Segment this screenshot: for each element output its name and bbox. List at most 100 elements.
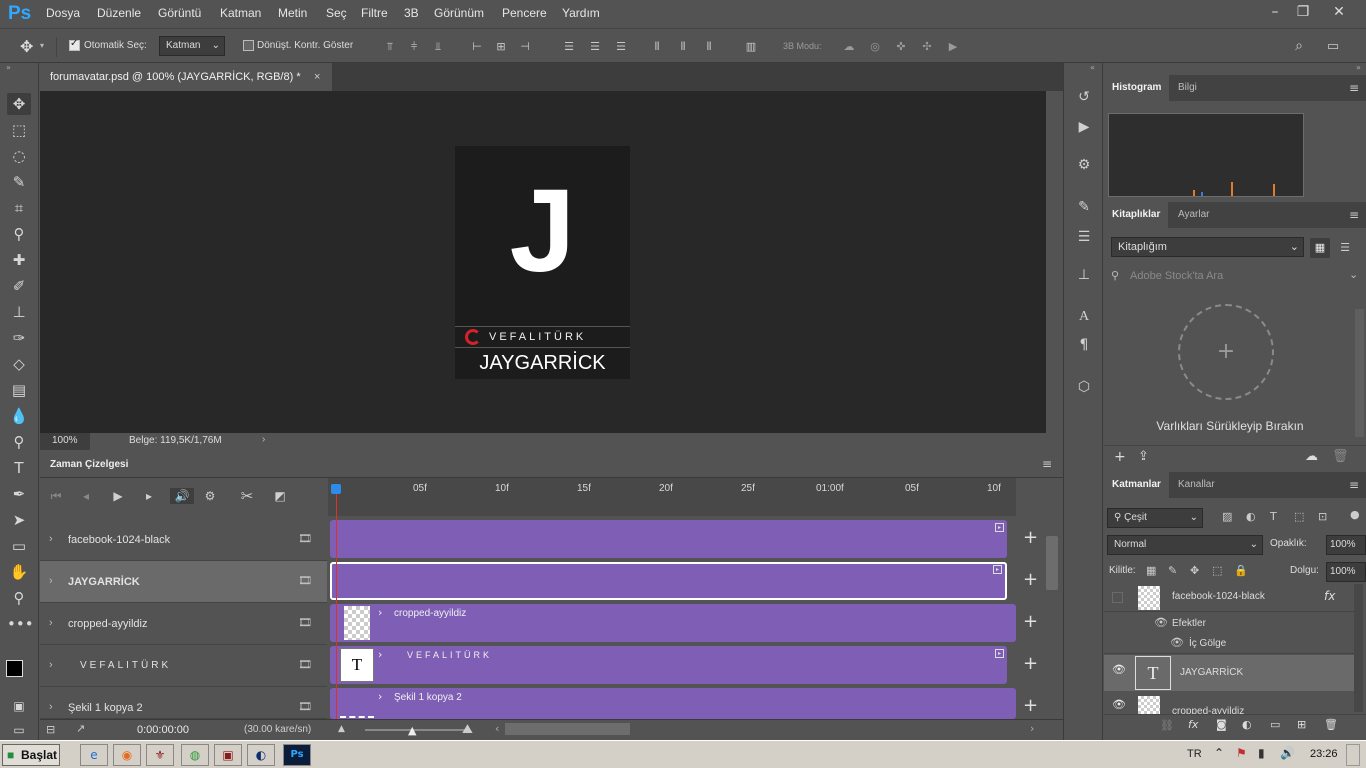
language-indicator[interactable]: TR [1187,748,1202,760]
actions-play-icon[interactable]: ▶ [1074,117,1094,137]
transform-controls-checkbox[interactable] [243,40,254,51]
workspace-icon[interactable]: ▭ [1326,40,1340,53]
rectangle-tool-icon[interactable]: ▭ [7,535,31,557]
menu-help[interactable]: Yardım [562,6,600,20]
3d-video-icon[interactable]: ▶ [946,40,960,53]
chevron-right-icon[interactable]: › [49,575,53,587]
distribute-top-icon[interactable]: ☰ [562,40,576,53]
3d-roll-icon[interactable]: ◎ [868,40,882,53]
clip-arrow-icon[interactable]: ▸ [993,565,1002,574]
scroll-right-icon[interactable]: › [1030,722,1034,735]
zoom-tool-icon[interactable]: ⚲ [7,587,31,609]
timeline-scrollbar[interactable] [1046,536,1058,590]
menu-image[interactable]: Görüntü [158,6,201,20]
adjustments-icon[interactable]: ☰ [1074,227,1094,247]
panel-menu-icon[interactable]: ≡ [1349,478,1359,492]
distribute-vcenter-icon[interactable]: ☰ [588,40,602,53]
add-media-button[interactable]: + [1023,697,1038,715]
path-select-icon[interactable]: ➤ [7,509,31,531]
distribute-right-icon[interactable]: ⦀ [702,40,716,53]
close-button[interactable]: ✕ [1326,2,1352,22]
menu-select[interactable]: Seç [326,6,347,20]
play-icon[interactable]: ▶ [110,488,126,504]
distribute-left-icon[interactable]: ⦀ [650,40,664,53]
move-tool-icon[interactable]: ✥ [20,37,33,56]
3d-pan-icon[interactable]: ✜ [894,40,908,53]
volume-icon[interactable]: 🔊 [1280,746,1295,760]
photoshop-task-icon[interactable]: Ps [283,744,311,766]
delete-layer-icon[interactable]: 🗑 [1324,718,1338,731]
film-icon[interactable]: 🎞 [298,532,312,545]
foreground-color-swatch[interactable] [6,660,23,677]
video-clip-selected[interactable]: ▸ [330,562,1007,600]
filter-pixel-icon[interactable]: ▨ [1222,510,1232,523]
lock-pixels-icon[interactable]: ✎ [1168,564,1177,577]
zoom-slider-thumb[interactable]: ▲ [408,724,416,737]
3d-cube-icon[interactable]: ⬡ [1074,377,1094,397]
menu-filter[interactable]: Filtre [361,6,388,20]
chevron-right-icon[interactable]: › [49,701,53,713]
tray-alert-icon[interactable]: ⚑ [1236,746,1247,760]
clip-arrow-icon[interactable]: ▸ [995,649,1004,658]
restore-button[interactable]: ❐ [1290,2,1316,22]
move-tool-icon[interactable]: ✥ [7,93,31,115]
network-icon[interactable]: ▮ [1258,746,1265,760]
align-right-icon[interactable]: ⊣ [518,40,532,53]
film-icon[interactable]: 🎞 [298,700,312,713]
chevron-down-icon[interactable]: ⌄ [1349,268,1358,281]
video-clip[interactable]: › Şekil 1 kopya 2 [330,688,1016,719]
3d-slide-icon[interactable]: ✣ [920,40,934,53]
collapse-icon[interactable]: » [6,63,11,72]
tab-channels[interactable]: Kanallar [1170,472,1223,498]
timeline-layer-row[interactable]: › cropped-ayyildiz 🎞 [40,603,327,645]
zoom-in-icon[interactable]: ⛰ [462,722,473,737]
drop-zone-plus-icon[interactable]: + [1178,304,1274,400]
grid-view-icon[interactable]: ▦ [1310,238,1330,258]
add-media-button[interactable]: + [1023,655,1038,673]
audio-icon[interactable]: 🔊 [170,488,194,504]
new-group-icon[interactable]: ▭ [1270,718,1280,731]
trash-icon[interactable]: 🗑 [1332,449,1349,464]
blend-mode-select[interactable]: Normal ⌄ [1107,535,1263,555]
frame-animation-icon[interactable]: ⊟ [46,723,55,736]
eraser-tool-icon[interactable]: ◇ [7,353,31,375]
marquee-tool-icon[interactable]: ⬚ [7,119,31,141]
tray-expand-icon[interactable]: ⌃ [1214,746,1224,760]
brush-presets-icon[interactable]: ✎ [1074,197,1094,217]
layer-filter-select[interactable]: ⚲ Çeşit ⌄ [1107,508,1203,528]
filter-toggle-icon[interactable]: ● [1350,508,1360,521]
crop-tool-icon[interactable]: ⌗ [7,197,31,219]
stamp-tool-icon[interactable]: ⊥ [7,301,31,323]
layer-effects-group[interactable]: 👁 Efektler [1104,612,1356,636]
add-media-button[interactable]: + [1023,571,1038,589]
history-brush-icon[interactable]: ✑ [7,327,31,349]
tab-info[interactable]: Bilgi [1170,75,1205,101]
layer-mode-select[interactable]: Katman ⌄ [159,36,225,56]
filter-smart-icon[interactable]: ⊡ [1318,510,1327,523]
timeline-title[interactable]: Zaman Çizelgesi [50,459,128,470]
video-clip[interactable]: ▸ [330,520,1007,558]
visibility-toggle[interactable] [1112,592,1123,603]
chevron-right-icon[interactable]: › [49,533,53,545]
canvas-scrollbar[interactable] [1046,91,1063,433]
split-scissors-icon[interactable]: ✂ [239,488,255,504]
character-icon[interactable]: A [1074,307,1094,327]
auto-select-checkbox[interactable] [69,38,80,51]
clone-source-icon[interactable]: ⊥ [1074,265,1094,285]
tab-adjustments[interactable]: Ayarlar [1170,202,1218,228]
menu-3d[interactable]: 3B [404,6,419,20]
media-icon[interactable]: ◐ [247,744,275,766]
properties-icon[interactable]: ⚙ [1074,155,1094,175]
start-button[interactable]: ■ Başlat [2,744,60,766]
distribute-hcenter-icon[interactable]: ⦀ [676,40,690,53]
add-mask-icon[interactable]: ◙ [1216,718,1227,731]
lasso-tool-icon[interactable]: ◌ [7,145,31,167]
menu-edit[interactable]: Düzenle [97,6,141,20]
upload-icon[interactable]: ⇪ [1138,449,1149,464]
align-top-icon[interactable]: ⫪ [383,40,397,53]
transition-icon[interactable]: ◩ [272,488,288,504]
healing-brush-icon[interactable]: ✚ [7,249,31,271]
film-icon[interactable]: 🎞 [298,574,312,587]
adjustment-layer-icon[interactable]: ◐ [1242,718,1252,731]
chevron-right-icon[interactable]: › [49,617,53,629]
